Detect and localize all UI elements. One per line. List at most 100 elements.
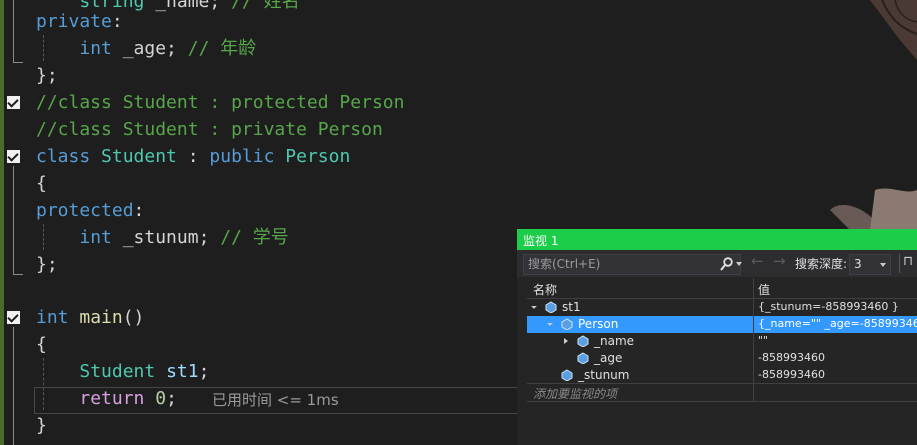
watch-window[interactable]: 监视 1 ← → 搜索深度: 3 ⊓ 名称 值 st1 {_stunum=-858… — [517, 229, 917, 445]
search-box[interactable] — [523, 254, 742, 275]
column-divider — [753, 333, 754, 350]
fold-toggle-icon[interactable] — [7, 150, 20, 163]
code-line[interactable]: } — [36, 412, 47, 439]
object-icon — [561, 369, 573, 381]
code-token: int — [79, 227, 112, 248]
code-line[interactable]: class Student : public Person — [36, 143, 350, 170]
code-token: 0 — [155, 388, 167, 409]
code-token: //class Student : private Person — [36, 119, 383, 140]
code-line[interactable]: }; — [36, 251, 58, 278]
code-token: }; — [36, 254, 58, 275]
search-icon[interactable] — [720, 257, 733, 271]
code-line[interactable]: Student st1; — [36, 358, 209, 385]
search-input[interactable] — [528, 256, 708, 272]
watch-row-name: _stunum — [578, 368, 630, 382]
column-header-value[interactable]: 值 — [758, 281, 770, 298]
code-line[interactable]: int _age; // 年龄 — [36, 35, 256, 62]
code-token: _name; — [144, 0, 232, 12]
column-header-name[interactable]: 名称 — [533, 281, 557, 298]
code-token: class — [36, 146, 91, 167]
watch-row[interactable]: _name "" — [527, 333, 917, 350]
object-icon — [545, 301, 557, 313]
code-token: private — [36, 11, 112, 32]
watch-row-value[interactable]: {_name="" _age=-858993460 } — [758, 317, 917, 330]
watch-row[interactable]: Person {_name="" _age=-858993460 } — [527, 316, 917, 333]
search-dropdown-icon[interactable] — [736, 262, 742, 266]
code-token: //class Student : protected Person — [36, 92, 405, 113]
column-divider — [753, 384, 754, 401]
code-line[interactable]: int _stunum; // 学号 — [36, 224, 288, 251]
add-watch-row[interactable]: 添加要监视的项 — [527, 383, 917, 402]
code-token: Student — [79, 361, 156, 382]
code-token: // 姓名 — [231, 0, 300, 12]
object-icon — [577, 335, 589, 347]
code-line[interactable]: { — [36, 170, 47, 197]
code-token: () — [122, 307, 145, 328]
character-art — [830, 0, 917, 230]
fold-toggle-icon[interactable] — [7, 311, 20, 324]
watch-row[interactable]: _age -858993460 — [527, 350, 917, 367]
code-token: ; — [198, 361, 210, 382]
forward-arrow-icon[interactable]: → — [773, 252, 786, 270]
code-line[interactable]: private: — [36, 8, 123, 35]
watch-grid-header: 名称 值 — [527, 278, 917, 299]
code-token: public — [209, 146, 275, 167]
code-line[interactable]: //class Student : protected Person — [36, 89, 404, 116]
code-token: } — [36, 415, 47, 436]
watch-row-value[interactable]: "" — [758, 334, 768, 347]
watch-row[interactable]: _stunum -858993460 — [527, 367, 917, 384]
back-arrow-icon[interactable]: ← — [751, 252, 764, 270]
watch-title: 监视 1 — [523, 234, 559, 248]
watch-row-name: _name — [594, 334, 635, 348]
watch-row-name: st1 — [562, 300, 581, 314]
code-line[interactable]: protected: — [36, 197, 144, 224]
watch-row-name: _age — [594, 351, 623, 365]
object-icon — [561, 318, 573, 330]
fold-toggle-icon[interactable] — [7, 96, 20, 109]
code-token: { — [36, 334, 47, 355]
code-token: st1 — [166, 361, 199, 382]
code-token: main — [79, 307, 123, 328]
watch-row-value[interactable]: {_stunum=-858993460 } — [758, 300, 899, 313]
fold-guide — [13, 0, 14, 62]
watch-title-bar[interactable]: 监视 1 — [517, 229, 917, 250]
code-line[interactable]: return 0; — [36, 385, 177, 412]
code-token: }; — [36, 65, 58, 86]
column-divider[interactable] — [753, 278, 754, 298]
code-line[interactable]: }; — [36, 62, 58, 89]
watch-row-value[interactable]: -858993460 — [758, 351, 825, 364]
column-divider — [753, 350, 754, 367]
collapse-arrow-icon[interactable] — [547, 320, 553, 326]
code-token: // 年龄 — [187, 38, 257, 59]
search-depth-select[interactable]: 3 — [849, 254, 891, 275]
watch-row-name: Person — [578, 317, 619, 331]
pin-icon[interactable]: ⊓ — [903, 254, 913, 269]
code-token: Person — [285, 146, 351, 167]
code-token: int — [79, 38, 112, 59]
code-token: : — [133, 200, 145, 221]
column-divider — [753, 367, 754, 384]
code-line[interactable]: { — [36, 331, 47, 358]
watch-row-value[interactable]: -858993460 — [758, 368, 825, 381]
column-divider — [753, 316, 754, 333]
watch-toolbar: ← → 搜索深度: 3 ⊓ — [517, 250, 917, 277]
code-token: return — [79, 388, 145, 409]
fold-guide — [13, 327, 14, 445]
code-line[interactable]: //class Student : private Person — [36, 116, 383, 143]
add-watch-placeholder: 添加要监视的项 — [533, 387, 618, 401]
collapse-arrow-icon[interactable] — [531, 303, 537, 309]
watch-row[interactable]: st1 {_stunum=-858993460 } — [527, 299, 917, 316]
expand-arrow-icon[interactable] — [564, 338, 568, 344]
code-line[interactable]: int main() — [36, 304, 144, 331]
column-divider — [753, 299, 754, 316]
perf-tip: 已用时间 <= 1ms — [212, 391, 339, 409]
search-depth-value: 3 — [854, 257, 862, 271]
